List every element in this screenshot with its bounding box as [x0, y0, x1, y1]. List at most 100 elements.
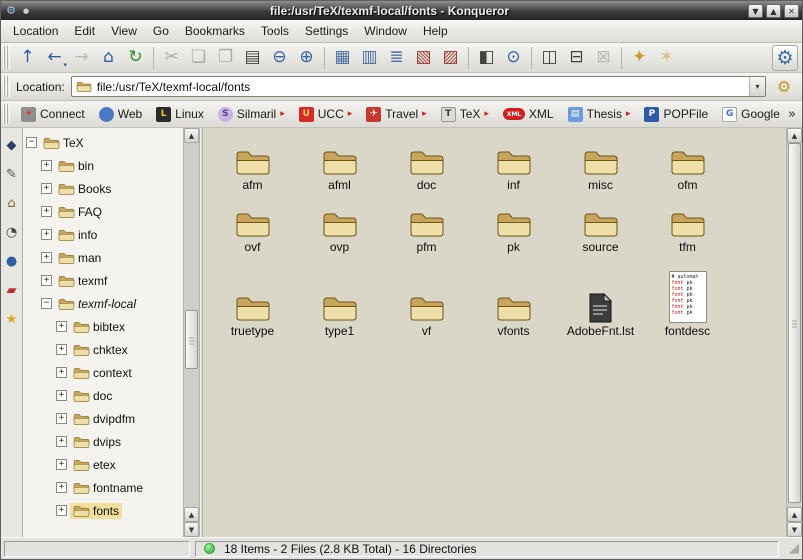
- sidebar-tab-network[interactable]: ●: [3, 250, 21, 272]
- sidebar-tab-root[interactable]: ▰: [3, 279, 21, 301]
- scroll-down-button[interactable]: ▼: [184, 522, 199, 537]
- show-sidebar-button[interactable]: ◧: [473, 45, 500, 71]
- bookmark-google[interactable]: GGoogle: [715, 105, 784, 124]
- expand-expander-icon[interactable]: +: [41, 252, 52, 263]
- expand-expander-icon[interactable]: +: [56, 390, 67, 401]
- sidebar-tab-history[interactable]: ◔: [3, 221, 21, 243]
- scrollbar-thumb[interactable]: [185, 310, 198, 368]
- tree-item-fonts[interactable]: +fonts: [23, 499, 183, 522]
- toolbar-handle[interactable]: [3, 46, 10, 69]
- menu-item-settings[interactable]: Settings: [297, 20, 356, 42]
- icon-view-button[interactable]: ▦: [329, 45, 356, 71]
- bookmark-connect[interactable]: ✦Connect: [14, 105, 92, 124]
- expand-expander-icon[interactable]: +: [56, 367, 67, 378]
- tree-item-Books[interactable]: +Books: [23, 177, 183, 200]
- main-scrollbar[interactable]: ▲▲▼: [786, 128, 802, 537]
- file-fontdesc[interactable]: # automatfont pkfont pkfont pkfont pkfon…: [644, 258, 731, 338]
- file-type1[interactable]: type1: [296, 258, 383, 338]
- menu-item-view[interactable]: View: [103, 20, 145, 42]
- file-afml[interactable]: afml: [296, 134, 383, 192]
- bookmark-toolbar-handle[interactable]: [3, 104, 10, 125]
- location-toolbar-handle[interactable]: [3, 76, 10, 98]
- sidebar-tab-notes[interactable]: ✎: [3, 163, 21, 185]
- tree-scrollbar[interactable]: ▲▲▼: [183, 128, 199, 537]
- back-button[interactable]: ←▾: [41, 45, 68, 71]
- menu-item-edit[interactable]: Edit: [66, 20, 103, 42]
- tree-item-texmf[interactable]: +texmf: [23, 269, 183, 292]
- menu-item-bookmarks[interactable]: Bookmarks: [177, 20, 253, 42]
- up-button[interactable]: ↑: [14, 45, 41, 71]
- bookmark-page-button[interactable]: ✦: [626, 45, 653, 71]
- expand-expander-icon[interactable]: +: [56, 321, 67, 332]
- file-misc[interactable]: misc: [557, 134, 644, 192]
- tree-item-info[interactable]: +info: [23, 223, 183, 246]
- menu-item-help[interactable]: Help: [415, 20, 456, 42]
- expand-expander-icon[interactable]: +: [56, 459, 67, 470]
- file-vfonts[interactable]: vfonts: [470, 258, 557, 338]
- menu-item-location[interactable]: Location: [5, 20, 66, 42]
- home-button[interactable]: ⌂: [95, 45, 122, 71]
- scrollbar-track[interactable]: [184, 143, 199, 507]
- location-input[interactable]: file:/usr/TeX/texmf-local/fonts ▾: [71, 76, 766, 97]
- bookmark-silmaril[interactable]: SSilmaril▸: [211, 105, 292, 124]
- title-bar[interactable]: ⚙ ● file:/usr/TeX/texmf-local/fonts - Ko…: [1, 1, 802, 20]
- tree-item-doc[interactable]: +doc: [23, 384, 183, 407]
- bookmark-popfile[interactable]: PPOPFile: [637, 105, 715, 124]
- file-tfm[interactable]: tfm: [644, 196, 731, 254]
- mixed-view-button[interactable]: ▨: [437, 45, 464, 71]
- bookmark-ucc[interactable]: UUCC▸: [292, 105, 360, 124]
- file-pfm[interactable]: pfm: [383, 196, 470, 254]
- sidebar-tab-home[interactable]: ⌂: [3, 192, 21, 214]
- scrollbar-track[interactable]: [787, 143, 802, 507]
- tree-item-texmf-local[interactable]: −texmf-local: [23, 292, 183, 315]
- sidebar-tab-services[interactable]: ★: [3, 308, 21, 330]
- scrollbar-thumb[interactable]: [788, 143, 801, 503]
- resize-grip[interactable]: ◢: [784, 541, 799, 556]
- scroll-up-button[interactable]: ▲: [787, 128, 802, 143]
- tree-item-dvipdfm[interactable]: +dvipdfm: [23, 407, 183, 430]
- bookmark-tex[interactable]: TTeX▸: [434, 105, 496, 124]
- tree-item-FAQ[interactable]: +FAQ: [23, 200, 183, 223]
- menu-item-window[interactable]: Window: [356, 20, 415, 42]
- bookmark-overflow-button[interactable]: »: [784, 107, 800, 122]
- tree-item-etex[interactable]: +etex: [23, 453, 183, 476]
- expand-expander-icon[interactable]: +: [56, 413, 67, 424]
- collapse-expander-icon[interactable]: −: [41, 298, 52, 309]
- expand-expander-icon[interactable]: +: [41, 229, 52, 240]
- file-afm[interactable]: afm: [209, 134, 296, 192]
- menu-item-tools[interactable]: Tools: [253, 20, 297, 42]
- expand-expander-icon[interactable]: +: [56, 505, 67, 516]
- file-source[interactable]: source: [557, 196, 644, 254]
- location-value[interactable]: file:/usr/TeX/texmf-local/fonts: [97, 80, 749, 94]
- app-icon[interactable]: ⚙: [4, 4, 18, 18]
- file-inf[interactable]: inf: [470, 134, 557, 192]
- scroll-down-button[interactable]: ▼: [787, 522, 802, 537]
- file-ofm[interactable]: ofm: [644, 134, 731, 192]
- tree-item-bin[interactable]: +bin: [23, 154, 183, 177]
- file-AdobeFnt.lst[interactable]: AdobeFnt.lst: [557, 258, 644, 338]
- sidebar-tab-bookmarks[interactable]: ◆: [3, 134, 21, 156]
- file-ovf[interactable]: ovf: [209, 196, 296, 254]
- expand-expander-icon[interactable]: +: [56, 344, 67, 355]
- expand-expander-icon[interactable]: +: [56, 436, 67, 447]
- bookmark-xml[interactable]: XMLXML: [496, 105, 561, 123]
- close-button[interactable]: ✕: [784, 4, 799, 18]
- zoom-out-button[interactable]: ⊖: [266, 45, 293, 71]
- tree-item-dvips[interactable]: +dvips: [23, 430, 183, 453]
- file-doc[interactable]: doc: [383, 134, 470, 192]
- minimize-button[interactable]: ▼: [748, 4, 763, 18]
- multicolumn-view-button[interactable]: ▥: [356, 45, 383, 71]
- scroll-up-button[interactable]: ▲: [184, 507, 199, 522]
- file-vf[interactable]: vf: [383, 258, 470, 338]
- bookmark-web[interactable]: Web: [92, 105, 149, 124]
- tree-item-man[interactable]: +man: [23, 246, 183, 269]
- text-view-button[interactable]: ▧: [410, 45, 437, 71]
- tree-item-chktex[interactable]: +chktex: [23, 338, 183, 361]
- bookmark-travel[interactable]: ✈Travel▸: [359, 105, 433, 124]
- tree-item-fontname[interactable]: +fontname: [23, 476, 183, 499]
- zoom-in-button[interactable]: ⊕: [293, 45, 320, 71]
- maximize-button[interactable]: ▲: [766, 4, 781, 18]
- file-pk[interactable]: pk: [470, 196, 557, 254]
- tree-item-bibtex[interactable]: +bibtex: [23, 315, 183, 338]
- expand-expander-icon[interactable]: +: [41, 160, 52, 171]
